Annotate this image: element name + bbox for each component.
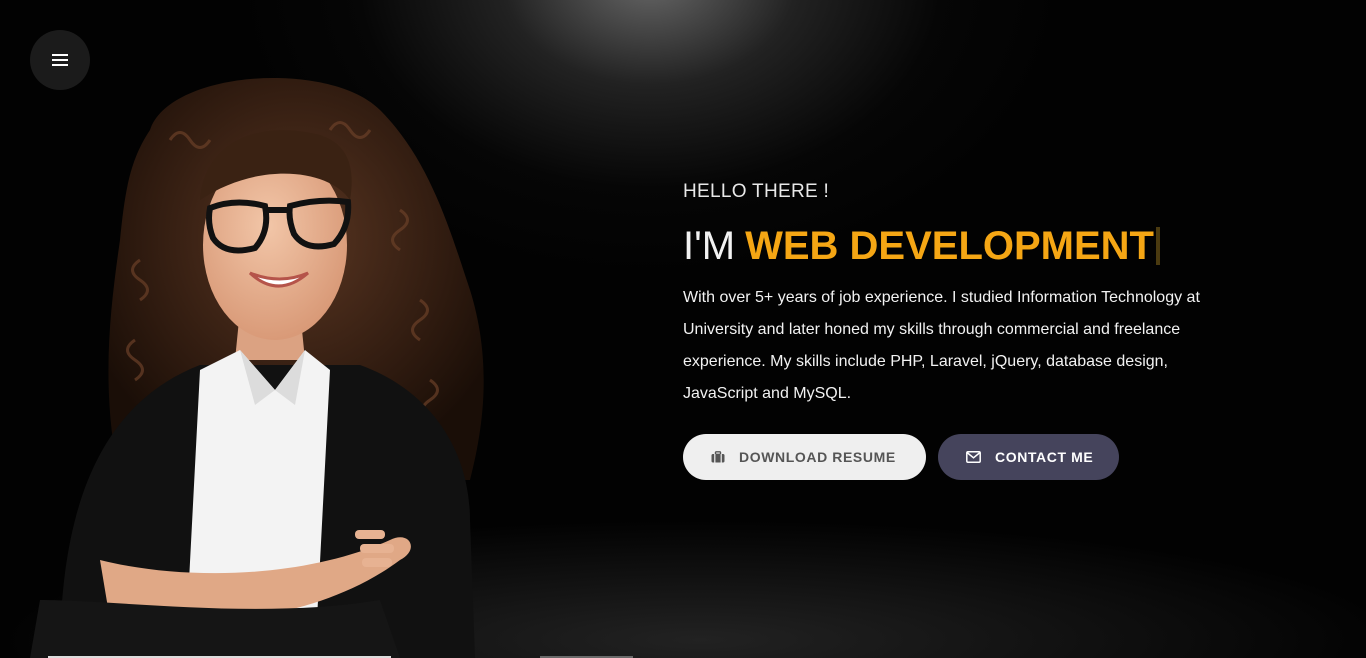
intro-content: HELLO THERE ! I'M WEB DEVELOPMENT With ov… <box>683 180 1243 480</box>
greeting-text: HELLO THERE ! <box>683 181 830 202</box>
headline-role: WEB DEVELOPMENT <box>745 224 1154 268</box>
hero-actions: DOWNLOAD RESUME CONTACT ME <box>683 434 1243 480</box>
profile-portrait-image <box>30 77 484 658</box>
headline: I'M WEB DEVELOPMENT <box>683 222 1243 270</box>
headline-prefix: I'M <box>683 224 736 268</box>
contact-me-button[interactable]: CONTACT ME <box>938 434 1119 480</box>
typing-cursor <box>1155 227 1160 265</box>
download-resume-button[interactable]: DOWNLOAD RESUME <box>683 434 926 480</box>
envelope-icon <box>966 451 981 463</box>
contact-me-label: CONTACT ME <box>995 449 1094 465</box>
download-resume-label: DOWNLOAD RESUME <box>739 449 896 465</box>
bio-text: With over 5+ years of job experience. I … <box>683 289 1200 402</box>
hero-section: HELLO THERE ! I'M WEB DEVELOPMENT With ov… <box>0 0 1366 658</box>
briefcase-icon <box>711 451 725 463</box>
